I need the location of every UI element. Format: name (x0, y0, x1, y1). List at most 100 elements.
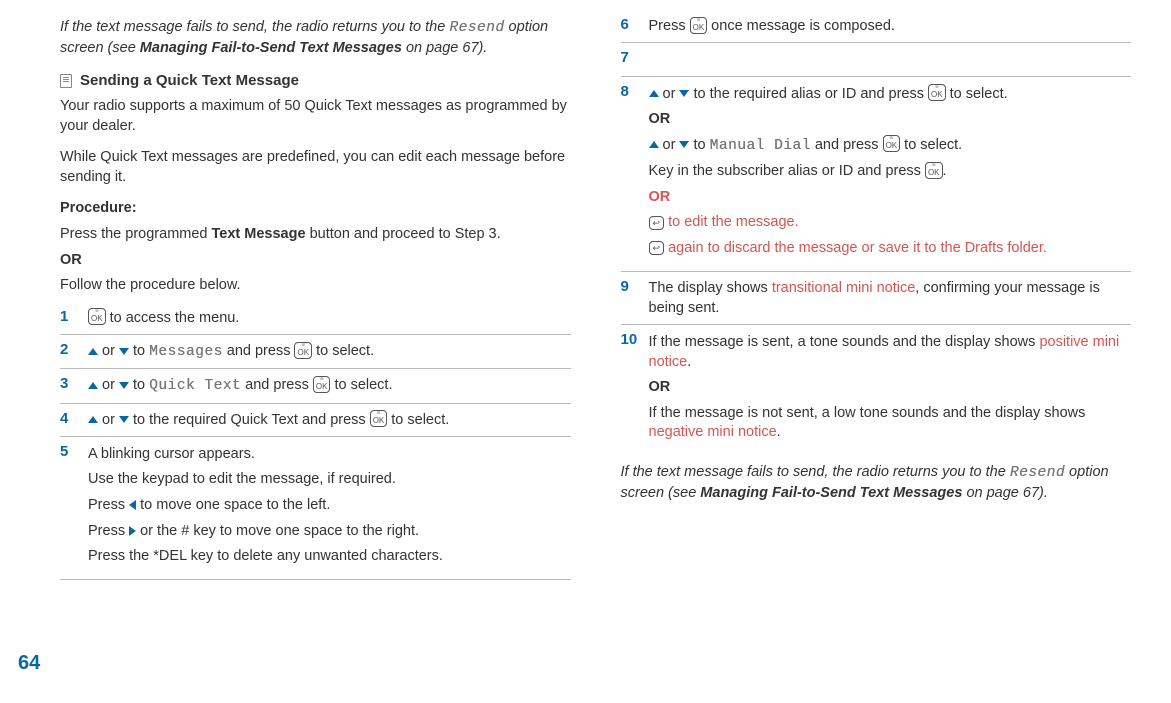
text: If the message is not sent, a low tone s… (649, 404, 1132, 443)
step-3: 3 or to Quick Text and press ≡OK to sele… (60, 369, 571, 403)
step-number: 6 (621, 16, 639, 36)
step-body: or to Messages and press ≡OK to select. (88, 341, 571, 362)
red-text: negative mini notice (649, 424, 777, 440)
text: to (129, 343, 149, 359)
left-column: If the text message fails to send, the r… (40, 10, 571, 580)
resend-mono: Resend (449, 20, 504, 36)
text: If the text message fails to send, the r… (60, 19, 449, 35)
back-button-icon: ↩ (649, 241, 665, 255)
ok-button-icon: ≡OK (313, 376, 331, 393)
text: and press (241, 377, 313, 393)
text: The display shows (649, 280, 772, 296)
ok-button-icon: ≡OK (883, 135, 901, 152)
up-arrow-icon (88, 416, 98, 423)
text: or (98, 412, 119, 428)
ok-button-icon: ≡OK (928, 84, 946, 101)
text: or (98, 377, 119, 393)
text: Press the *DEL key to delete any unwante… (88, 547, 571, 567)
outro-note: If the text message fails to send, the r… (621, 463, 1132, 503)
text: or to Manual Dial and press ≡OK to selec… (649, 136, 1132, 157)
text: . (943, 163, 947, 179)
text: to select. (330, 377, 392, 393)
step-body: Press ≡OK once message is composed. (649, 16, 1132, 36)
or-label: OR (60, 251, 571, 271)
red-text: ↩ again to discard the message or save i… (649, 239, 1132, 259)
text: If the message is sent, a tone sounds an… (649, 333, 1132, 372)
text: or to the required alias or ID and press… (649, 85, 1132, 105)
paragraph: While Quick Text messages are predefined… (60, 148, 571, 187)
text: Key in the subscriber alias or ID and pr… (649, 163, 925, 179)
text: . (687, 354, 691, 370)
text: to the required alias or ID and press (689, 86, 928, 102)
text: to select. (387, 412, 449, 428)
up-arrow-icon (88, 348, 98, 355)
step-8: 8 or to the required alias or ID and pre… (621, 77, 1132, 272)
step-body: or to Quick Text and press ≡OK to select… (88, 375, 571, 396)
text: to select. (900, 137, 962, 153)
text: Press (649, 18, 690, 34)
step-10: 10 If the message is sent, a tone sounds… (621, 325, 1132, 455)
ok-button-icon: ≡OK (88, 308, 106, 325)
or-label-red: OR (649, 188, 1132, 208)
text: or (659, 86, 680, 102)
step-4: 4 or to the required Quick Text and pres… (60, 404, 571, 437)
down-arrow-icon (119, 416, 129, 423)
text: to edit the message. (664, 214, 799, 230)
text: to select. (312, 343, 374, 359)
or-label: OR (649, 378, 1132, 398)
step-number: 10 (621, 331, 639, 449)
text: . (777, 424, 781, 440)
text: Press or the # key to move one space to … (88, 522, 571, 542)
text: once message is composed. (707, 18, 895, 34)
text: button and proceed to Step 3. (306, 226, 501, 242)
step-number: 8 (621, 83, 639, 265)
procedure-label: Procedure: (60, 199, 571, 219)
ok-button-icon: ≡OK (370, 410, 388, 427)
ok-button-icon: ≡OK (690, 17, 708, 34)
down-arrow-icon (679, 141, 689, 148)
step-1: 1 ≡OK to access the menu. (60, 302, 571, 335)
ok-button-icon: ≡OK (925, 162, 943, 179)
step-number: 9 (621, 278, 639, 319)
text: to (129, 377, 149, 393)
text: to access the menu. (106, 310, 240, 326)
procedure-line: Follow the procedure below. (60, 276, 571, 296)
text: to select. (946, 86, 1008, 102)
text: or (98, 343, 119, 359)
text: Press to move one space to the left. (88, 496, 571, 516)
text: Press (88, 523, 129, 539)
text: If the message is sent, a tone sounds an… (649, 334, 1040, 350)
text: Press (88, 497, 129, 513)
step-body: If the message is sent, a tone sounds an… (649, 331, 1132, 449)
menu-item: Manual Dial (710, 138, 811, 154)
text: to move one space to the left. (136, 497, 330, 513)
step-number: 5 (60, 443, 78, 573)
page-content: If the text message fails to send, the r… (0, 0, 1171, 580)
text: Use the keypad to edit the message, if r… (88, 470, 571, 490)
step-number: 4 (60, 410, 78, 430)
step-number: 3 (60, 375, 78, 396)
or-label: OR (649, 110, 1132, 130)
section-heading: Sending a Quick Text Message (60, 72, 571, 89)
button-name: Text Message (212, 226, 306, 242)
step-9: 9 The display shows transitional mini no… (621, 272, 1132, 326)
text: Press the programmed (60, 226, 212, 242)
intro-note: If the text message fails to send, the r… (60, 18, 571, 58)
text: A blinking cursor appears. (88, 445, 571, 465)
up-arrow-icon (88, 382, 98, 389)
step-body (649, 49, 1132, 69)
step-5: 5 A blinking cursor appears. Use the key… (60, 437, 571, 580)
cross-reference: Managing Fail-to-Send Text Messages (700, 485, 962, 501)
step-7: 7 (621, 43, 1132, 76)
up-arrow-icon (649, 141, 659, 148)
back-button-icon: ↩ (649, 216, 665, 230)
up-arrow-icon (649, 90, 659, 97)
heading-text: Sending a Quick Text Message (80, 72, 299, 89)
down-arrow-icon (679, 90, 689, 97)
step-body: A blinking cursor appears. Use the keypa… (88, 443, 571, 573)
cross-reference: Managing Fail-to-Send Text Messages (140, 40, 402, 56)
text: on page 67). (962, 485, 1047, 501)
text: to (689, 137, 709, 153)
text: and press (811, 137, 883, 153)
page-number: 64 (18, 652, 40, 675)
